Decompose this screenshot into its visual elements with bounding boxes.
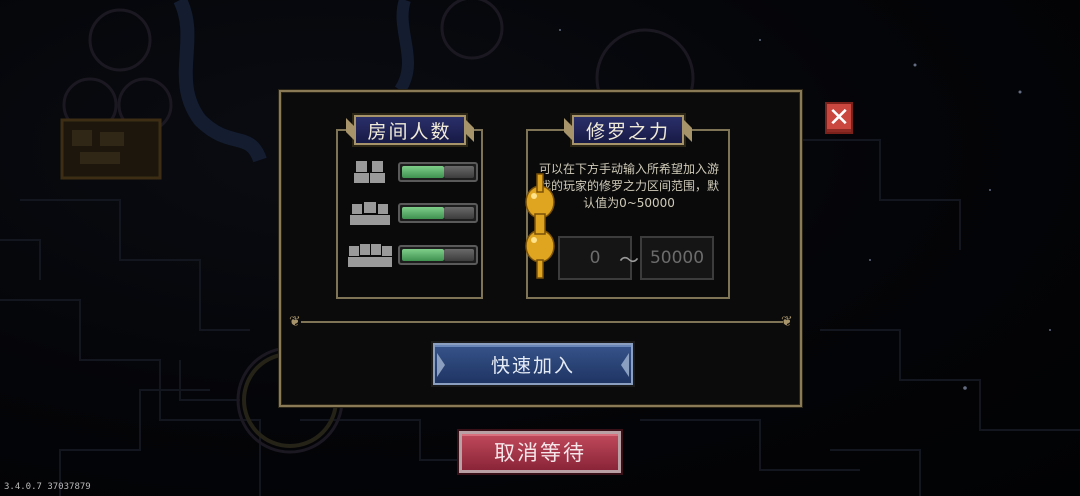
divider [301, 321, 783, 323]
room-size-row-2 [348, 158, 478, 186]
close-icon: ✕ [828, 103, 850, 133]
room-size-3-toggle[interactable] [398, 203, 478, 223]
asura-power-description: 可以在下方手动输入所希望加入游戏的玩家的修罗之力区间范围，默认值为0~50000 [538, 162, 719, 210]
room-size-4-toggle[interactable] [398, 245, 478, 265]
version-label: 3.4.0.7 37037879 [4, 482, 91, 492]
three-players-icon [348, 199, 392, 227]
close-button[interactable]: ✕ [825, 102, 853, 134]
four-players-icon [348, 241, 392, 269]
room-size-row-4 [348, 241, 478, 269]
vajra-cursor-icon [525, 173, 555, 279]
two-players-icon [348, 158, 392, 186]
quick-join-button[interactable]: 快速加入 [433, 343, 633, 385]
cancel-wait-button[interactable]: 取消等待 [459, 431, 621, 473]
room-size-row-3 [348, 199, 478, 227]
divider-right-ornament: ❦ [781, 314, 793, 330]
room-count-title: 房间人数 [353, 115, 466, 145]
room-size-2-toggle[interactable] [398, 162, 478, 182]
divider-left-ornament: ❦ [289, 314, 301, 330]
room-count-panel: 房间人数 [336, 115, 483, 299]
asura-max-input[interactable]: 50000 [640, 236, 714, 280]
range-separator: ～ [619, 248, 639, 272]
asura-power-title: 修罗之力 [571, 115, 685, 145]
